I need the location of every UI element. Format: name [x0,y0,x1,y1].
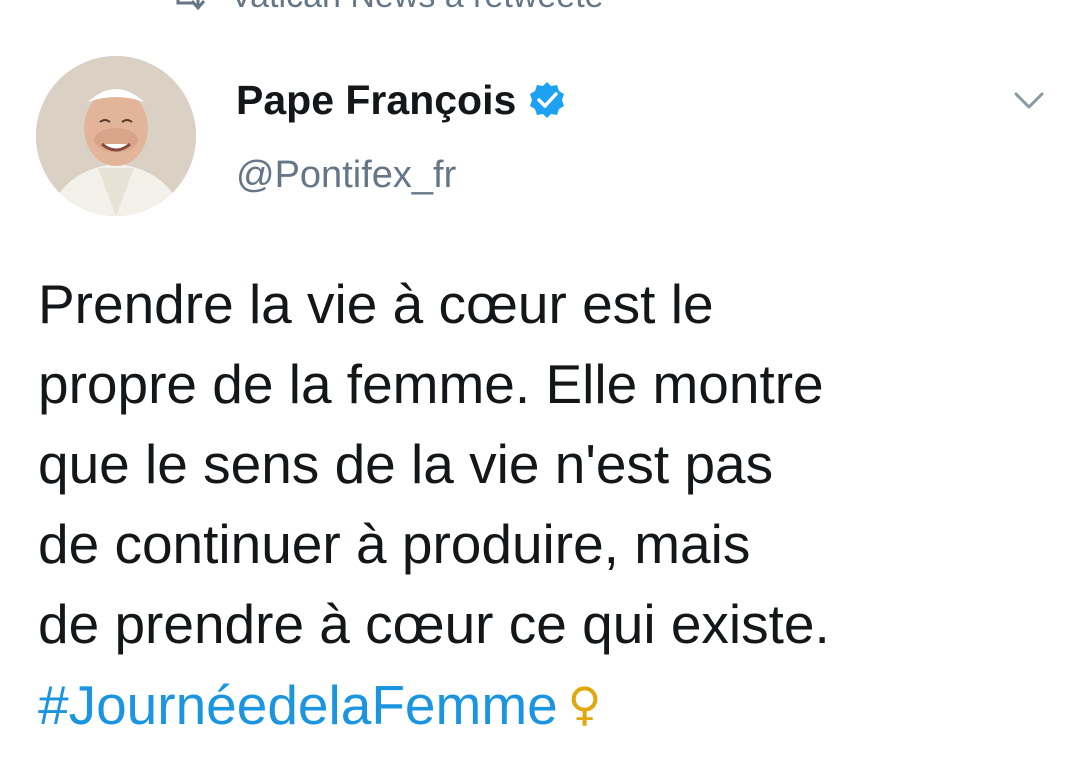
retweet-context[interactable]: Vatican News a retweeté [168,0,604,16]
hashtag-row: #JournéedelaFemme ♀ [38,664,1048,745]
tweet-line: de continuer à produire, mais [38,513,751,575]
female-sign-icon: ♀ [567,677,602,731]
tweet-line: de prendre à cœur ce qui existe. [38,593,830,655]
tweet-text: Prendre la vie à cœur est le propre de l… [38,264,1048,745]
chevron-down-icon[interactable] [1012,88,1046,112]
author-handle[interactable]: @Pontifex_fr [236,152,456,198]
tweet-line: propre de la femme. Elle montre [38,353,824,415]
retweet-label: Vatican News a retweeté [230,0,604,16]
retweet-icon [176,0,206,11]
avatar-image [36,56,196,216]
hashtag-link[interactable]: #JournéedelaFemme [38,674,558,736]
author-name-row[interactable]: Pape François [236,76,566,124]
avatar[interactable] [36,56,196,216]
tweet-line: que le sens de la vie n'est pas [38,433,774,495]
verified-badge-icon [530,82,565,118]
tweet-card[interactable]: Vatican News a retweeté Pape François [0,0,1080,767]
display-name[interactable]: Pape François [236,76,516,124]
tweet-line: Prendre la vie à cœur est le [38,273,714,335]
